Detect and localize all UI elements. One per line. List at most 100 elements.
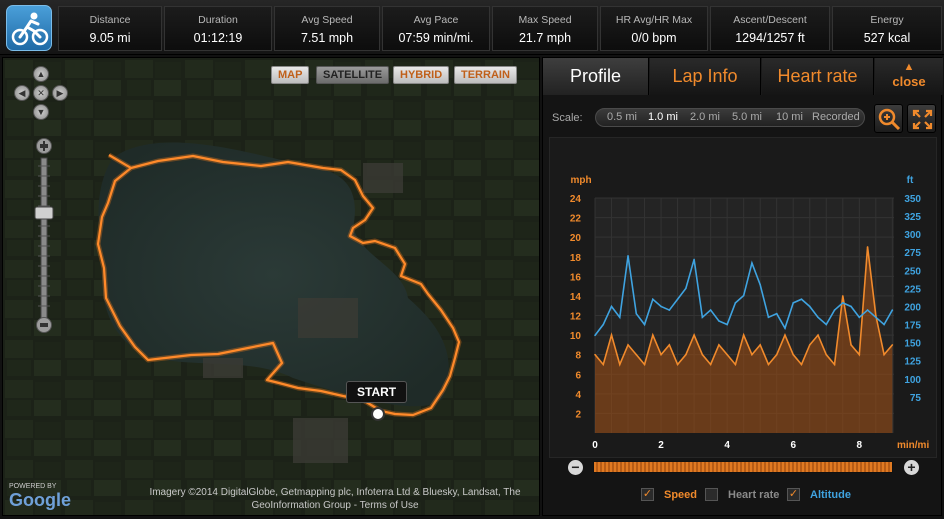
speed-point [825,353,828,356]
powered-by-text: POWERED BY [9,483,57,490]
legend-heart-rate: Heart rate [728,489,780,501]
scale-option-5-0[interactable]: 5.0 mi [732,111,762,123]
stat-hr-avg-max-label: HR Avg/HR Max [615,14,693,26]
stat-avg-pace-value: 07:59 min/mi. [398,31,474,45]
scale-row: Scale: 0.5 mi 1.0 mi 2.0 mi 5.0 mi 10 mi… [543,102,943,134]
altitude-point [784,327,786,329]
pan-right-icon[interactable]: ▶ [52,85,68,101]
altitude-point [652,298,654,301]
map-type-map[interactable]: MAP [271,66,310,84]
left-axis-tick: 20 [570,233,582,244]
stat-energy: Energy 527 kcal [832,6,942,51]
stat-avg-pace: Avg Pace 07:59 min/mi. [382,6,490,51]
speed-point [891,344,894,346]
altitude-point [676,298,679,301]
right-axis-tick: 275 [904,248,921,259]
zoom-slider[interactable] [34,136,54,336]
speed-point [718,344,720,346]
stat-energy-value: 527 kcal [863,31,911,45]
altitude-point [685,287,687,290]
chart-legend: ✓ Speed Heart rate ✓ Altitude [543,486,943,506]
altitude-point [841,302,844,304]
stat-avg-speed: Avg Speed 7.51 mph [274,6,380,51]
altitude-point [602,323,605,326]
map-type-hybrid[interactable]: HYBRID [393,66,450,84]
map-type-terrain[interactable]: TERRAIN [454,66,517,84]
altitude-point [825,323,828,326]
x-axis-tick: 4 [724,440,730,451]
speed-point [610,334,613,336]
right-axis-unit: ft [907,175,914,186]
speed-checkbox[interactable]: ✓ [641,488,654,501]
google-logo[interactable]: POWERED BY Google [9,483,71,511]
range-slider[interactable] [593,461,893,473]
pan-down-icon[interactable]: ▼ [33,104,49,120]
right-axis-tick: 350 [904,194,921,205]
start-marker[interactable] [371,407,385,421]
range-zoom-in-icon[interactable]: + [904,460,919,475]
altitude-point [660,305,662,308]
speed-point [643,363,646,366]
scale-label: Scale: [552,112,583,124]
speed-point [676,363,679,366]
heart-rate-checkbox[interactable] [705,488,718,501]
stat-hr-avg-max: HR Avg/HR Max 0/0 bpm [600,6,708,51]
tab-heart-rate[interactable]: Heart rate [762,58,874,95]
stat-ascent-descent: Ascent/Descent 1294/1257 ft [710,6,830,51]
altitude-point [734,302,737,304]
close-button[interactable]: ▲ close [875,58,943,95]
scale-option-recorded[interactable]: Recorded [812,111,860,123]
route-map[interactable]: MAP SATELLITE HYBRID TERRAIN ▲ ◀ ✕ ▶ ▼ S… [2,57,540,516]
stat-ascent-descent-value: 1294/1257 ft [735,31,805,45]
zoom-in-icon[interactable] [874,104,903,133]
speed-point [858,353,861,356]
pan-control: ▲ ◀ ✕ ▶ ▼ [13,64,77,124]
speed-point [883,353,885,356]
speed-point [850,344,852,346]
speed-point [875,314,877,317]
altitude-point [751,262,753,264]
x-axis-tick: 0 [592,440,598,451]
left-axis-tick: 4 [575,390,581,401]
cycling-icon[interactable] [6,5,52,51]
scale-option-2-0[interactable]: 2.0 mi [690,111,720,123]
pan-reset-icon[interactable]: ✕ [33,85,49,101]
pan-up-icon[interactable]: ▲ [33,66,49,82]
scale-option-1-0[interactable]: 1.0 mi [648,111,678,123]
speed-point [693,334,695,336]
stat-hr-avg-max-value: 0/0 bpm [631,31,677,45]
altitude-point [618,316,621,319]
stat-avg-speed-value: 7.51 mph [300,31,354,45]
left-axis-unit: mph [570,175,591,186]
tab-profile[interactable]: Profile [543,58,649,95]
left-axis-tick: 2 [575,409,581,420]
speed-point [594,353,596,356]
right-axis-tick: 125 [904,357,921,368]
altitude-checkbox[interactable]: ✓ [787,488,800,501]
speed-point [866,246,869,248]
left-axis-tick: 6 [575,370,581,381]
left-axis-tick: 18 [570,253,582,264]
left-axis-tick: 16 [570,272,582,283]
range-zoom-out-icon[interactable]: − [568,460,583,475]
altitude-point [775,312,778,315]
altitude-point [850,305,852,308]
speed-point [759,344,761,346]
profile-chart[interactable]: mph ft 2 4 6 8 10 12 14 16 18 20 22 24 75 100 125 150 175 2… [549,137,937,458]
legend-altitude: Altitude [810,489,851,501]
altitude-point [817,316,819,319]
app-window: Distance 9.05 mi Duration 01:12:19 Avg Speed… [0,0,944,519]
right-axis-tick: 150 [904,339,921,350]
pan-left-icon[interactable]: ◀ [14,85,30,101]
stat-distance: Distance 9.05 mi [58,6,162,51]
altitude-point [800,298,803,301]
speed-point [751,353,753,356]
scale-selector: 0.5 mi 1.0 mi 2.0 mi 5.0 mi 10 mi Record… [595,108,865,127]
scale-option-0-5[interactable]: 0.5 mi [607,111,637,123]
fullscreen-icon[interactable] [907,104,936,133]
altitude-point [883,323,885,326]
stat-avg-pace-label: Avg Pace [413,14,459,26]
tab-lap-info[interactable]: Lap Info [650,58,761,95]
map-type-satellite[interactable]: SATELLITE [316,66,390,84]
scale-option-10[interactable]: 10 mi [776,111,803,123]
